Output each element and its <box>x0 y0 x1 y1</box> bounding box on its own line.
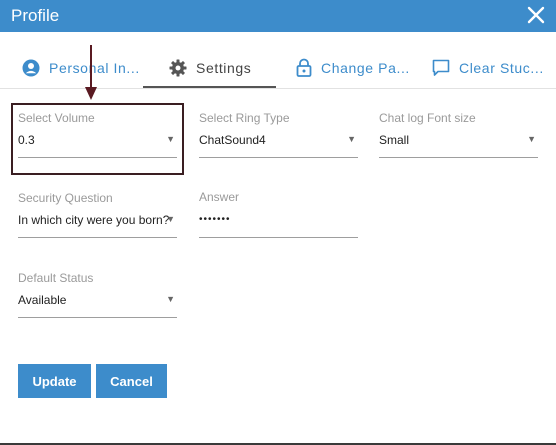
field-underline <box>18 237 177 238</box>
close-icon[interactable] <box>526 5 546 25</box>
dialog-title: Profile <box>11 6 60 25</box>
tab-clear-stuck[interactable]: Clear Stuc... <box>432 48 544 87</box>
tab-clear-stuck-label: Clear Stuc... <box>459 59 544 76</box>
select-font-size[interactable]: Chat log Font size Small ▼ <box>379 111 538 159</box>
tab-change-password-label: Change Pa... <box>321 59 410 76</box>
security-question-label: Security Question <box>18 191 113 205</box>
security-question-value: In which city were you born? <box>18 213 170 227</box>
select-security-question[interactable]: Security Question In which city were you… <box>18 191 177 239</box>
field-underline <box>199 237 358 238</box>
answer-field[interactable]: Answer ••••••• <box>199 190 358 238</box>
select-ring-type-label: Select Ring Type <box>199 111 290 125</box>
chevron-down-icon: ▼ <box>166 214 175 224</box>
tab-settings-label: Settings <box>196 59 252 76</box>
chevron-down-icon: ▼ <box>166 294 175 304</box>
chevron-down-icon: ▼ <box>527 134 536 144</box>
dialog-titlebar: Profile <box>0 0 556 32</box>
tab-personal-info[interactable]: Personal In... <box>22 48 140 87</box>
default-status-value: Available <box>18 293 67 307</box>
chat-bubble-icon <box>432 59 450 76</box>
select-font-size-value: Small <box>379 133 410 147</box>
tab-settings[interactable]: Settings <box>143 48 277 88</box>
field-underline <box>199 157 358 158</box>
lock-icon <box>296 58 312 77</box>
select-default-status[interactable]: Default Status Available ▼ <box>18 271 177 319</box>
cancel-button[interactable]: Cancel <box>96 364 167 398</box>
answer-value: ••••••• <box>199 214 231 225</box>
highlight-box <box>11 103 184 175</box>
chevron-down-icon: ▼ <box>347 134 356 144</box>
select-ring-type-value: ChatSound4 <box>199 133 266 147</box>
answer-label: Answer <box>199 190 240 204</box>
tab-change-password[interactable]: Change Pa... <box>296 48 410 87</box>
default-status-label: Default Status <box>18 271 94 285</box>
field-underline <box>18 317 177 318</box>
select-font-size-label: Chat log Font size <box>379 111 476 125</box>
field-underline <box>379 157 538 158</box>
update-button[interactable]: Update <box>18 364 91 398</box>
user-circle-icon <box>22 59 40 76</box>
select-ring-type[interactable]: Select Ring Type ChatSound4 ▼ <box>199 111 358 159</box>
gear-icon <box>169 59 187 76</box>
annotation-arrow-icon <box>85 45 97 100</box>
